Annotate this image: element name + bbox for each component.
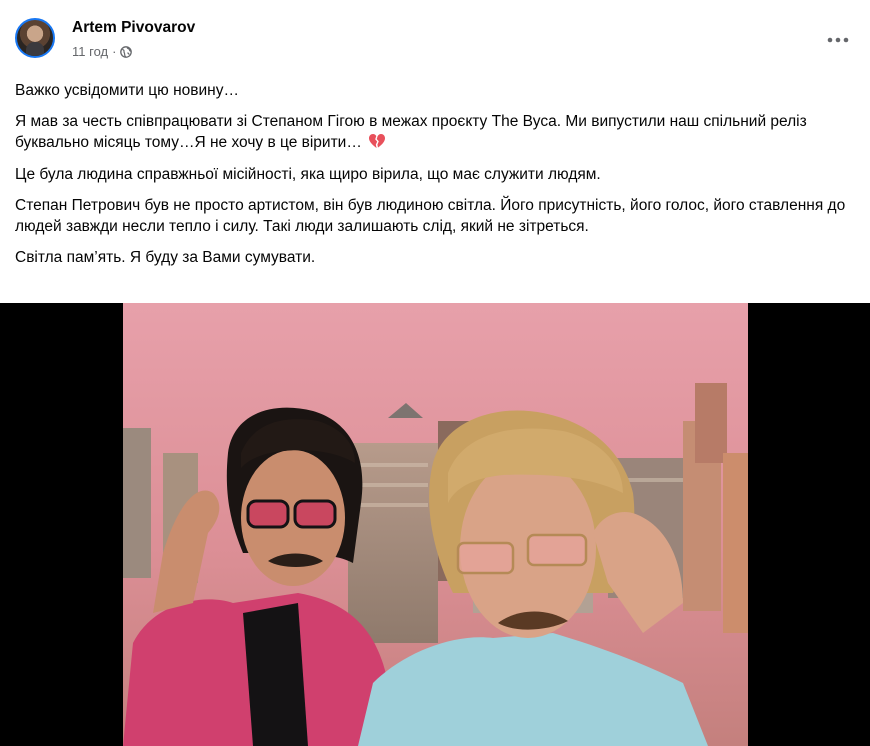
more-horizontal-icon <box>827 30 849 48</box>
post-paragraph: Це була людина справжньої місійності, як… <box>15 166 601 183</box>
post-media[interactable] <box>0 303 870 746</box>
avatar[interactable] <box>15 18 55 58</box>
post-paragraph: Важко усвідомити цю новину… <box>15 82 239 99</box>
facebook-post: Artem Pivovarov 11 год · Важко усвідомит… <box>0 0 870 746</box>
post-paragraph: Світла пам’ять. Я буду за Вами сумувати. <box>15 249 316 266</box>
post-text: Важко усвідомити цю новину… Я мав за чес… <box>15 80 860 278</box>
post-paragraph-text: Я мав за честь співпрацювати зі Степаном… <box>15 113 807 151</box>
post-paragraph: Я мав за честь співпрацювати зі Степаном… <box>15 111 860 153</box>
post-photo[interactable] <box>123 303 748 746</box>
post-time[interactable]: 11 год <box>72 44 108 59</box>
meta-separator: · <box>112 44 117 59</box>
photo-illustration <box>123 303 748 746</box>
post-meta: 11 год · <box>72 44 133 59</box>
broken-heart-icon <box>368 133 386 149</box>
post-header: Artem Pivovarov 11 год · <box>0 0 870 70</box>
author-name[interactable]: Artem Pivovarov <box>72 19 195 37</box>
more-options-button[interactable] <box>820 24 856 54</box>
globe-icon[interactable] <box>120 45 133 58</box>
post-paragraph: Степан Петрович був не просто артистом, … <box>15 197 846 235</box>
